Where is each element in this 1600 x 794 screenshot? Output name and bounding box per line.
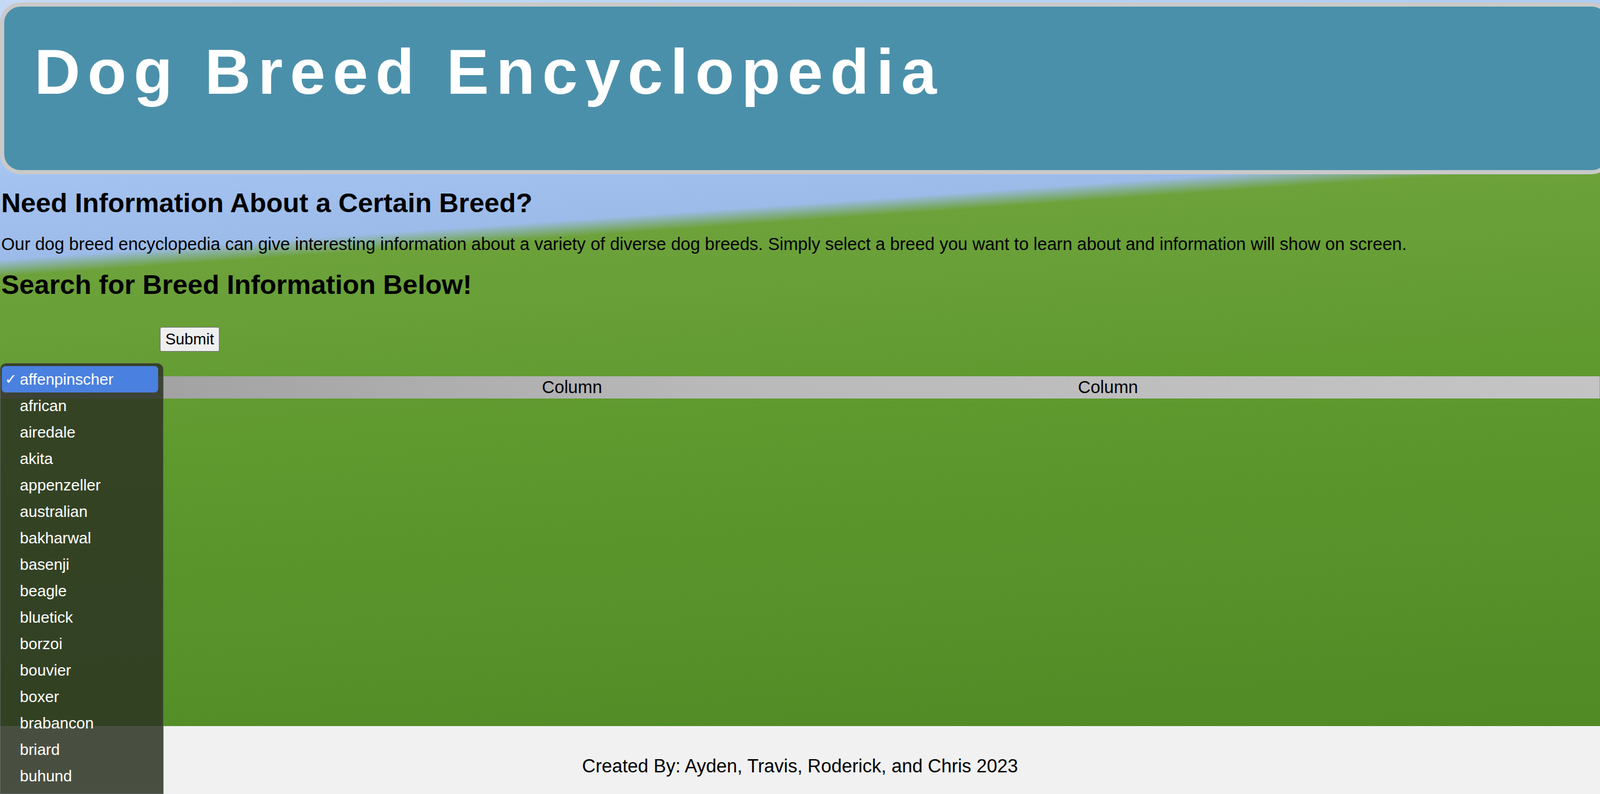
site-header: Dog Breed Encyclopedia	[0, 2, 1600, 175]
dropdown-option[interactable]: borzoi	[1, 630, 159, 658]
dropdown-option[interactable]: ✓affenpinscher	[1, 366, 159, 393]
dropdown-option[interactable]: basenji	[1, 551, 159, 578]
site-title: Dog Breed Encyclopedia	[34, 35, 1578, 109]
dropdown-option[interactable]: appenzeller	[1, 472, 159, 499]
check-icon: ✓	[1, 370, 20, 388]
dropdown-option[interactable]: akita	[1, 445, 159, 473]
table-header-row: ColumnColumn	[0, 376, 1600, 399]
submit-button[interactable]: Submit	[159, 327, 220, 352]
column-header: Column	[304, 376, 840, 399]
dropdown-option[interactable]: australian	[1, 498, 159, 525]
page: Dog Breed Encyclopedia Need Information A…	[0, 0, 1600, 794]
dropdown-option[interactable]: buhund	[1, 763, 159, 790]
breed-dropdown[interactable]: ✓affenpinscherafricanairedaleakitaappenz…	[0, 363, 164, 794]
spacer-cell	[1375, 376, 1600, 399]
search-heading: Search for Breed Information Below!	[0, 268, 1600, 302]
footer: Created By: Ayden, Travis, Roderick, and…	[0, 726, 1600, 794]
dropdown-option[interactable]: african	[1, 392, 159, 420]
breed-select[interactable]	[0, 327, 157, 352]
dropdown-option[interactable]: bouvier	[1, 657, 159, 684]
search-form: Submit	[0, 325, 1600, 353]
dropdown-option[interactable]: bakharwal	[1, 524, 159, 552]
dropdown-option[interactable]: airedale	[1, 419, 159, 446]
dropdown-option[interactable]: bluetick	[1, 604, 159, 631]
dropdown-option[interactable]: briard	[1, 736, 159, 764]
dropdown-option[interactable]: boxer	[1, 683, 159, 711]
breed-table: ColumnColumn	[0, 376, 1600, 399]
intro-heading: Need Information About a Certain Breed?	[0, 186, 1600, 221]
dropdown-option[interactable]: beagle	[1, 577, 159, 605]
intro-text: Our dog breed encyclopedia can give inte…	[0, 233, 1600, 257]
column-header: Column	[839, 376, 1376, 399]
content: Dog Breed Encyclopedia Need Information A…	[0, 0, 1600, 727]
dropdown-option[interactable]: brabancon	[1, 710, 159, 737]
